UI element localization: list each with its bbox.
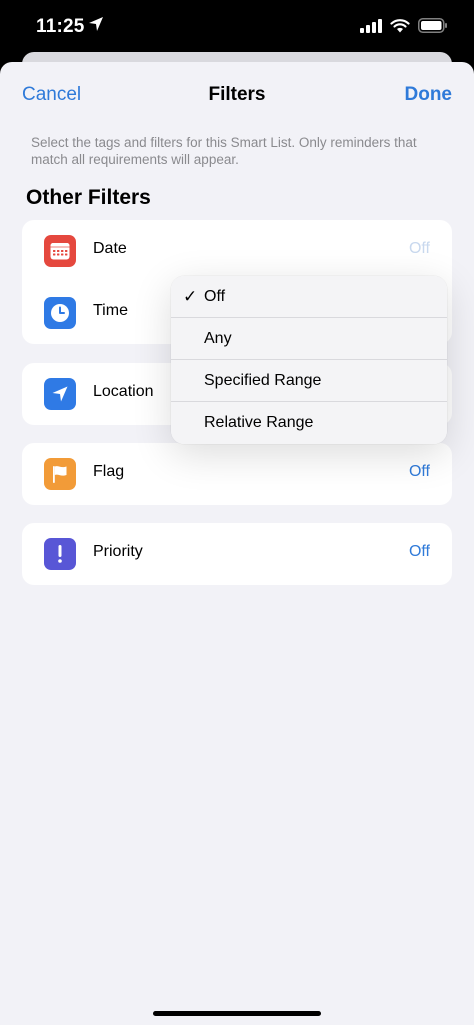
menu-item-specified-range[interactable]: Specified Range <box>171 360 447 402</box>
filter-row-priority[interactable]: Priority Off <box>22 523 452 585</box>
status-indicators <box>360 18 448 38</box>
filter-row-value: Off <box>408 463 430 480</box>
done-button[interactable]: Done <box>405 84 453 106</box>
menu-item-any[interactable]: Any <box>171 318 447 360</box>
priority-group: Priority Off <box>22 523 452 585</box>
wifi-icon <box>390 18 410 38</box>
filter-row-value: Off <box>408 543 430 560</box>
menu-item-label: Relative Range <box>204 414 314 431</box>
filter-row-label: Flag <box>93 463 125 480</box>
status-bar: 11:25 <box>0 0 474 52</box>
menu-item-label: Any <box>204 330 232 347</box>
filter-row-value: Off <box>408 240 430 257</box>
filter-row-label: Priority <box>93 543 143 560</box>
location-services-icon <box>88 16 104 37</box>
cancel-button[interactable]: Cancel <box>22 84 81 106</box>
menu-item-label: Off <box>204 288 226 305</box>
navigation-bar: Cancel Filters Done <box>0 62 474 126</box>
filters-hint-text: Select the tags and filters for this Sma… <box>31 135 417 167</box>
filter-row-label: Location <box>93 383 154 400</box>
filter-row-label: Time <box>93 302 128 319</box>
menu-item-label: Specified Range <box>204 372 322 389</box>
section-title-other-filters: Other Filters <box>26 186 151 209</box>
battery-icon <box>418 18 448 38</box>
flag-icon <box>44 458 76 490</box>
clock-icon <box>44 297 76 329</box>
checkmark-icon: ✓ <box>183 287 198 306</box>
home-indicator[interactable] <box>153 1011 321 1016</box>
location-arrow-icon <box>44 378 76 410</box>
calendar-icon <box>44 235 76 267</box>
menu-item-relative-range[interactable]: Relative Range <box>171 402 447 444</box>
menu-item-off[interactable]: ✓ Off <box>171 276 447 318</box>
filter-row-date[interactable]: Date Off <box>22 220 452 282</box>
flag-group: Flag Off <box>22 443 452 505</box>
cellular-signal-icon <box>360 18 382 38</box>
filters-sheet: Cancel Filters Done Select the tags and … <box>0 62 474 1025</box>
filter-row-label: Date <box>93 240 127 257</box>
exclamation-icon <box>44 538 76 570</box>
status-time: 11:25 <box>36 16 85 37</box>
time-options-menu: ✓ Off Any Specified Range Relative Range <box>171 276 447 444</box>
filter-row-flag[interactable]: Flag Off <box>22 443 452 505</box>
